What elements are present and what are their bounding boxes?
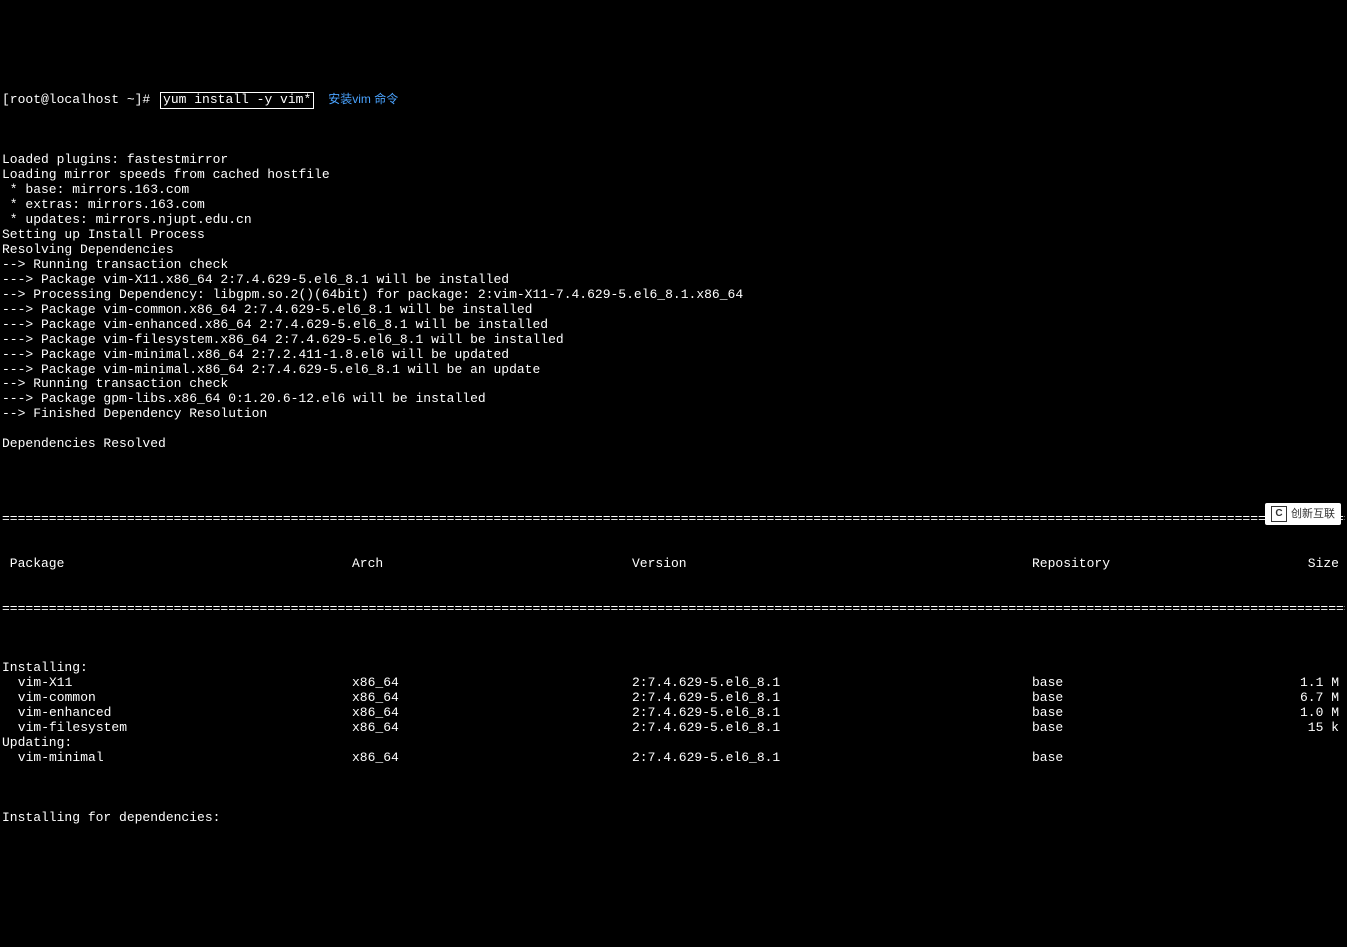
- output-line: * updates: mirrors.njupt.edu.cn: [2, 213, 1345, 228]
- output-line: --> Running transaction check: [2, 258, 1345, 273]
- cell-version: 2:7.4.629-5.el6_8.1: [632, 751, 1032, 766]
- table-row: vim-X11x86_642:7.4.629-5.el6_8.1base1.1 …: [2, 676, 1345, 691]
- col-arch: Arch: [352, 557, 632, 572]
- output-line: ---> Package vim-minimal.x86_64 2:7.4.62…: [2, 363, 1345, 378]
- output-line: --> Running transaction check: [2, 377, 1345, 392]
- command-highlight-box: yum install -y vim*: [160, 92, 314, 109]
- cell-arch: x86_64: [352, 676, 632, 691]
- cell-size: 15 k: [1232, 721, 1345, 736]
- output-line: ---> Package vim-enhanced.x86_64 2:7.4.6…: [2, 318, 1345, 333]
- cell-package: vim-filesystem: [2, 721, 352, 736]
- col-repo: Repository: [1032, 557, 1232, 572]
- output-line: Setting up Install Process: [2, 228, 1345, 243]
- cell-arch: x86_64: [352, 691, 632, 706]
- command-text: yum install -y vim*: [163, 92, 311, 107]
- output-line: --> Finished Dependency Resolution: [2, 407, 1345, 422]
- output-line: ---> Package vim-common.x86_64 2:7.4.629…: [2, 303, 1345, 318]
- cell-size: [1232, 751, 1345, 766]
- output-line: Dependencies Resolved: [2, 437, 1345, 452]
- cell-package: vim-minimal: [2, 751, 352, 766]
- table-row: vim-enhancedx86_642:7.4.629-5.el6_8.1bas…: [2, 706, 1345, 721]
- output-line: Loading mirror speeds from cached hostfi…: [2, 168, 1345, 183]
- section-title: Installing:: [2, 661, 1345, 676]
- cell-size: 6.7 M: [1232, 691, 1345, 706]
- col-size: Size: [1232, 557, 1345, 572]
- watermark-text: 创新互联: [1291, 508, 1335, 521]
- cell-package: vim-X11: [2, 676, 352, 691]
- cell-arch: x86_64: [352, 706, 632, 721]
- output-line: Loaded plugins: fastestmirror: [2, 153, 1345, 168]
- cell-version: 2:7.4.629-5.el6_8.1: [632, 706, 1032, 721]
- cell-version: 2:7.4.629-5.el6_8.1: [632, 676, 1032, 691]
- cell-version: 2:7.4.629-5.el6_8.1: [632, 721, 1032, 736]
- table-rule-bottom: ========================================…: [2, 602, 1345, 617]
- table-row: vim-commonx86_642:7.4.629-5.el6_8.1base6…: [2, 691, 1345, 706]
- terminal-window[interactable]: [root@localhost ~]# yum install -y vim* …: [0, 60, 1347, 843]
- cell-package: vim-enhanced: [2, 706, 352, 721]
- output-line: Resolving Dependencies: [2, 243, 1345, 258]
- output-line: ---> Package vim-filesystem.x86_64 2:7.4…: [2, 333, 1345, 348]
- output-line: ---> Package gpm-libs.x86_64 0:1.20.6-12…: [2, 392, 1345, 407]
- table-footer: Installing for dependencies:: [2, 811, 1345, 826]
- table-rule-top: ========================================…: [2, 512, 1345, 527]
- table-body: Installing: vim-X11x86_642:7.4.629-5.el6…: [2, 661, 1345, 766]
- output-line: [2, 452, 1345, 467]
- cell-repo: base: [1032, 706, 1232, 721]
- cell-size: 1.0 M: [1232, 706, 1345, 721]
- section-title: Updating:: [2, 736, 1345, 751]
- col-version: Version: [632, 557, 1032, 572]
- cell-repo: base: [1032, 751, 1232, 766]
- watermark: C 创新互联: [1265, 503, 1341, 525]
- table-row: vim-filesystemx86_642:7.4.629-5.el6_8.1b…: [2, 721, 1345, 736]
- cell-size: 1.1 M: [1232, 676, 1345, 691]
- output-line: * base: mirrors.163.com: [2, 183, 1345, 198]
- cell-repo: base: [1032, 676, 1232, 691]
- shell-prompt: [root@localhost ~]#: [2, 93, 158, 108]
- cell-arch: x86_64: [352, 751, 632, 766]
- cell-version: 2:7.4.629-5.el6_8.1: [632, 691, 1032, 706]
- prompt-line: [root@localhost ~]# yum install -y vim* …: [2, 92, 1345, 109]
- watermark-logo-icon: C: [1271, 506, 1287, 522]
- output-line: ---> Package vim-minimal.x86_64 2:7.2.41…: [2, 348, 1345, 363]
- cell-repo: base: [1032, 691, 1232, 706]
- output-line: ---> Package vim-X11.x86_64 2:7.4.629-5.…: [2, 273, 1345, 288]
- cell-package: vim-common: [2, 691, 352, 706]
- output-line: * extras: mirrors.163.com: [2, 198, 1345, 213]
- output-block: Loaded plugins: fastestmirrorLoading mir…: [2, 153, 1345, 467]
- col-package: Package: [2, 557, 352, 572]
- output-line: --> Processing Dependency: libgpm.so.2()…: [2, 288, 1345, 303]
- table-row: vim-minimalx86_642:7.4.629-5.el6_8.1base: [2, 751, 1345, 766]
- cell-repo: base: [1032, 721, 1232, 736]
- command-annotation: 安装vim 命令: [328, 93, 398, 107]
- output-line: [2, 422, 1345, 437]
- table-header: Package Arch Version Repository Size: [2, 557, 1345, 572]
- cell-arch: x86_64: [352, 721, 632, 736]
